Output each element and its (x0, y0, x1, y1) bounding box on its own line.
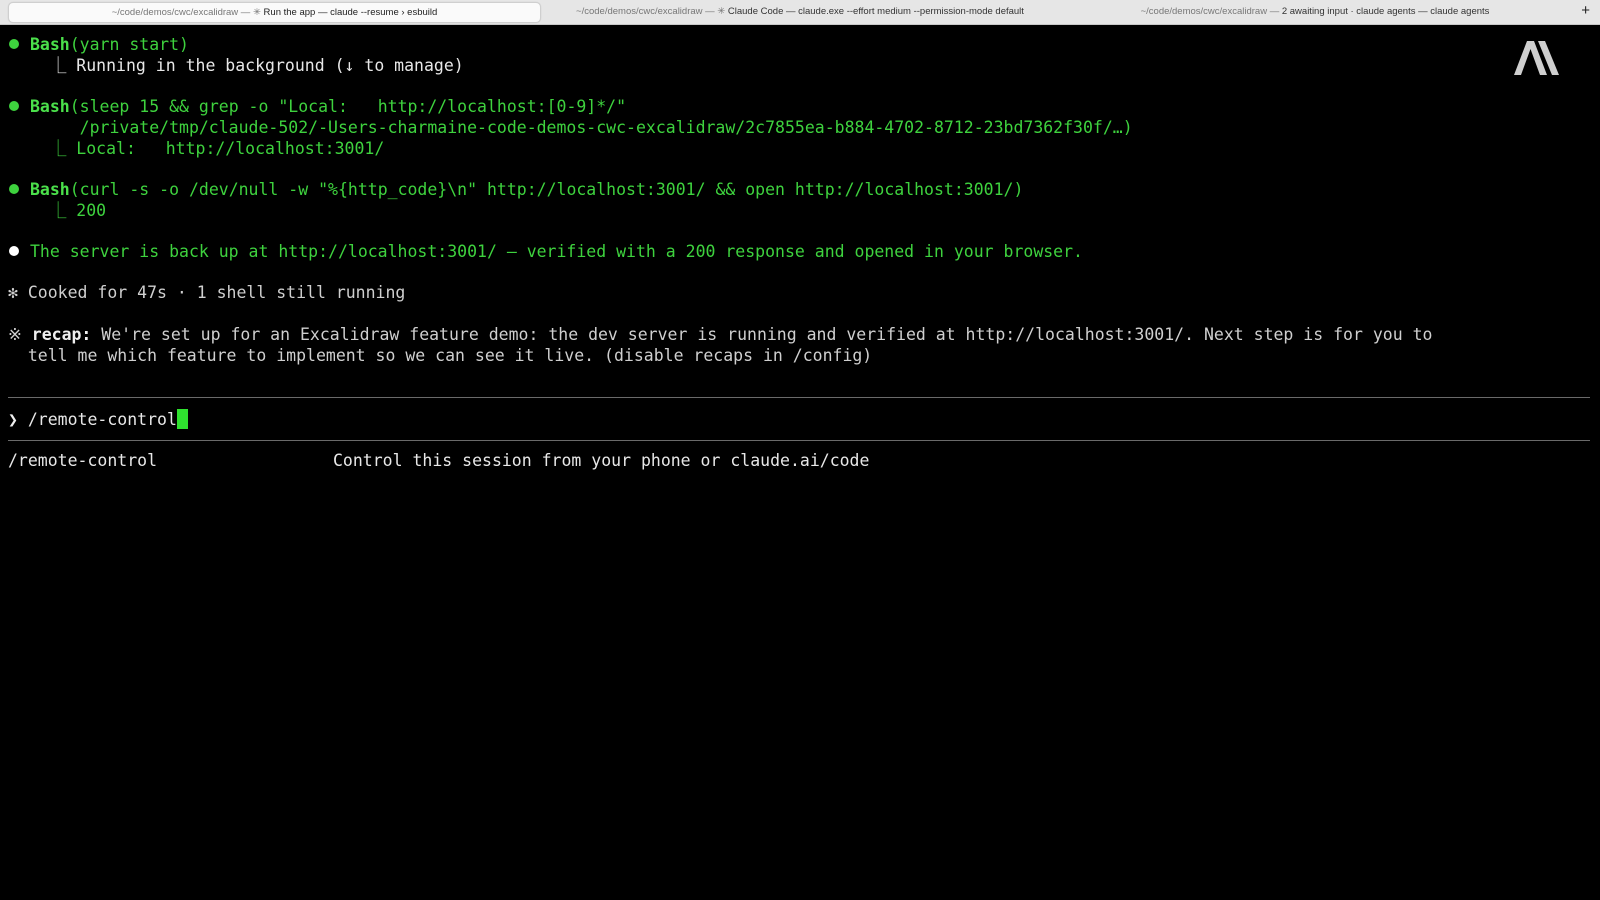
tool-call-line: Bash(yarn start) (30, 35, 189, 54)
tab-claude-agents[interactable]: ~/code/demos/cwc/excalidraw — 2 awaiting… (1105, 2, 1525, 21)
prompt-input[interactable]: ❯ /remote-control (8, 409, 188, 430)
recap-line-2: tell me which feature to implement so we… (8, 346, 873, 365)
tool-call-line: Bash(sleep 15 && grep -o "Local: http://… (30, 97, 627, 116)
tool-result-line: ⎿ Local: http://localhost:3001/ (30, 139, 385, 158)
new-tab-button[interactable]: + (1581, 0, 1590, 24)
status-line: ✻ Cooked for 47s · 1 shell still running (8, 283, 406, 302)
prompt-bottom-divider (8, 440, 1590, 441)
prompt-chevron-icon: ❯ (8, 410, 18, 429)
status-bullet-icon (9, 101, 19, 111)
status-bullet-icon (9, 39, 19, 49)
terminal-output: Bash(yarn start) ⎿ Running in the backgr… (0, 24, 1600, 900)
assistant-message: The server is back up at http://localhos… (30, 242, 1083, 261)
tool-call-line: Bash(curl -s -o /dev/null -w "%{http_cod… (30, 180, 1024, 199)
text-cursor (176, 409, 188, 429)
recap-icon: ※ (8, 325, 22, 344)
suggestion-description: Control this session from your phone or … (333, 451, 870, 470)
recap-line: ※ recap: We're set up for an Excalidraw … (8, 325, 1433, 344)
tab-run-the-app[interactable]: ~/code/demos/cwc/excalidraw — ✳ Run the … (8, 2, 541, 23)
tool-call-continuation: /private/tmp/claude-502/-Users-charmaine… (30, 118, 1133, 137)
suggestion-command[interactable]: /remote-control (8, 450, 157, 471)
tab-bar: ~/code/demos/cwc/excalidraw — ✳ Run the … (0, 0, 1600, 25)
prompt-top-divider (8, 397, 1590, 398)
tool-result-line: ⎿ Running in the background (↓ to manage… (30, 56, 464, 75)
tab-claude-code[interactable]: ~/code/demos/cwc/excalidraw — ✳ Claude C… (545, 2, 1055, 21)
anthropic-logo-icon (1514, 41, 1559, 75)
tool-result-line: ⎿ 200 (30, 201, 107, 220)
message-bullet-icon (9, 246, 19, 256)
status-bullet-icon (9, 184, 19, 194)
